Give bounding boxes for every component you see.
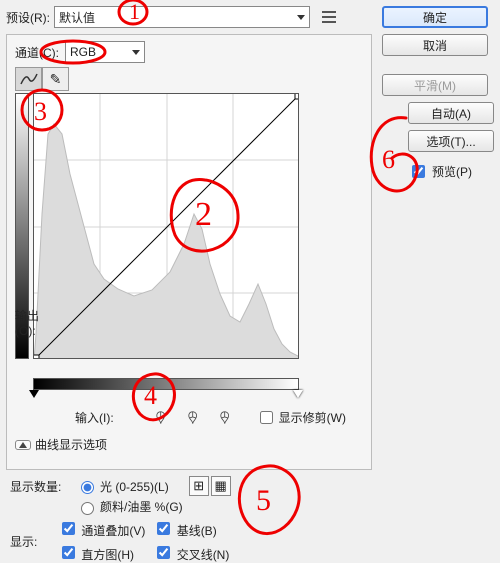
cancel-button[interactable]: 取消 — [382, 34, 488, 56]
smooth-button[interactable]: 平滑(M) — [382, 74, 488, 96]
channel-label: 通道(C): — [15, 44, 59, 61]
chevron-down-icon — [297, 15, 305, 20]
preset-value: 默认值 — [59, 9, 95, 26]
white-point-slider[interactable] — [293, 390, 303, 398]
amount-pigment-radio[interactable]: 颜料/油墨 %(G) — [76, 498, 183, 515]
show-label: 显示: — [10, 533, 50, 550]
preset-label: 预设(R): — [6, 9, 50, 26]
show-overlay-check[interactable]: 通道叠加(V) — [58, 519, 145, 539]
options-button[interactable]: 选项(T)... — [408, 130, 494, 152]
amount-label: 显示数量: — [10, 478, 70, 495]
chevron-down-icon — [132, 50, 140, 55]
eyedropper-gray[interactable]: 𖠕 — [182, 406, 204, 428]
ok-button[interactable]: 确定 — [382, 6, 488, 28]
pencil-mode-button[interactable]: ✎ — [42, 67, 69, 91]
input-sliders[interactable] — [33, 390, 299, 400]
show-histogram-check[interactable]: 直方图(H) — [58, 543, 145, 563]
curve-icon — [20, 72, 38, 86]
auto-button[interactable]: 自动(A) — [408, 102, 494, 124]
black-point-slider[interactable] — [29, 390, 39, 398]
eyedropper-white[interactable]: 𖠕 — [214, 406, 236, 428]
curves-dialog: 预设(R): 默认值 通道(C): RGB — [0, 0, 500, 558]
curves-panel: 通道(C): RGB ✎ — [6, 34, 372, 470]
output-label: 输出(O): — [15, 307, 55, 338]
curve-handle-white[interactable] — [295, 94, 299, 99]
preview-check[interactable]: 预览(P) — [408, 162, 488, 181]
show-intersection-check[interactable]: 交叉线(N) — [153, 543, 229, 563]
show-baseline-check[interactable]: 基线(B) — [153, 519, 229, 539]
curve-handle-black[interactable] — [34, 355, 39, 359]
curves-graph[interactable] — [33, 93, 299, 359]
grid-fine-icon[interactable]: ▦ — [211, 476, 231, 496]
amount-light-radio[interactable]: 光 (0-255)(L) — [76, 478, 169, 495]
grid-coarse-icon[interactable]: ⊞ — [189, 476, 209, 496]
curve-mode-button[interactable] — [15, 67, 42, 91]
preset-dropdown[interactable]: 默认值 — [54, 6, 310, 28]
input-gradient — [33, 378, 299, 390]
chevron-up-icon — [19, 442, 27, 448]
eyedropper-black[interactable]: 𖠕 — [150, 406, 172, 428]
preset-menu-icon[interactable] — [320, 8, 338, 26]
show-clipping-check[interactable]: 显示修剪(W) — [256, 408, 346, 427]
channel-dropdown[interactable]: RGB — [65, 41, 145, 63]
curve-options-toggle[interactable]: 曲线显示选项 — [15, 436, 363, 453]
channel-value: RGB — [70, 45, 96, 59]
show-clipping-checkbox[interactable] — [260, 411, 273, 424]
input-label: 输入(I): — [75, 409, 114, 426]
pencil-icon: ✎ — [50, 71, 62, 88]
